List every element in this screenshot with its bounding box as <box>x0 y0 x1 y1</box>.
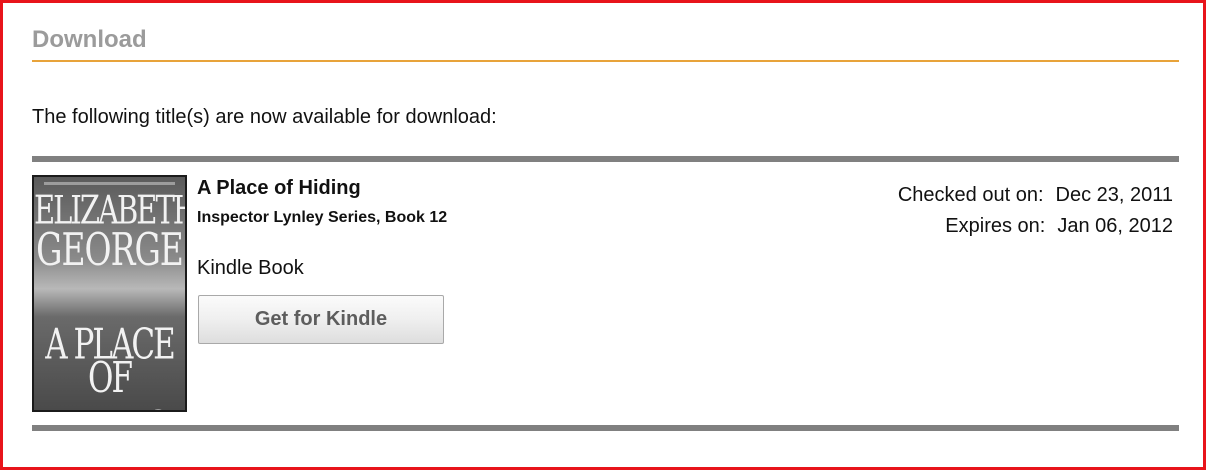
checked-out-row: Checked out on: Dec 23, 2011 <box>898 180 1173 211</box>
checked-out-date: Dec 23, 2011 <box>1055 184 1174 206</box>
book-format: Kindle Book <box>197 257 304 279</box>
book-cover-image: ELIZABETH GEORGE A PLACE OF HIDING <box>32 175 187 412</box>
expires-date: Jan 06, 2012 <box>1057 215 1173 237</box>
cover-author-line2: GEORGE <box>36 223 184 276</box>
expires-row: Expires on: Jan 06, 2012 <box>898 211 1173 242</box>
get-for-kindle-button[interactable]: Get for Kindle <box>198 295 444 344</box>
section-title: Download <box>32 26 147 53</box>
book-title: A Place of Hiding <box>197 177 361 199</box>
item-divider-bottom <box>32 425 1179 431</box>
expires-label: Expires on: <box>945 215 1046 237</box>
cover-title-line2: OF HIDING <box>51 354 169 410</box>
intro-text: The following title(s) are now available… <box>32 106 497 128</box>
loan-dates: Checked out on: Dec 23, 2011 Expires on: J… <box>898 180 1173 242</box>
book-series: Inspector Lynley Series, Book 12 <box>197 209 448 226</box>
cover-decor-line <box>44 182 175 185</box>
item-divider-top <box>32 156 1179 162</box>
section-title-rule <box>32 60 1179 62</box>
checked-out-label: Checked out on: <box>897 184 1044 206</box>
